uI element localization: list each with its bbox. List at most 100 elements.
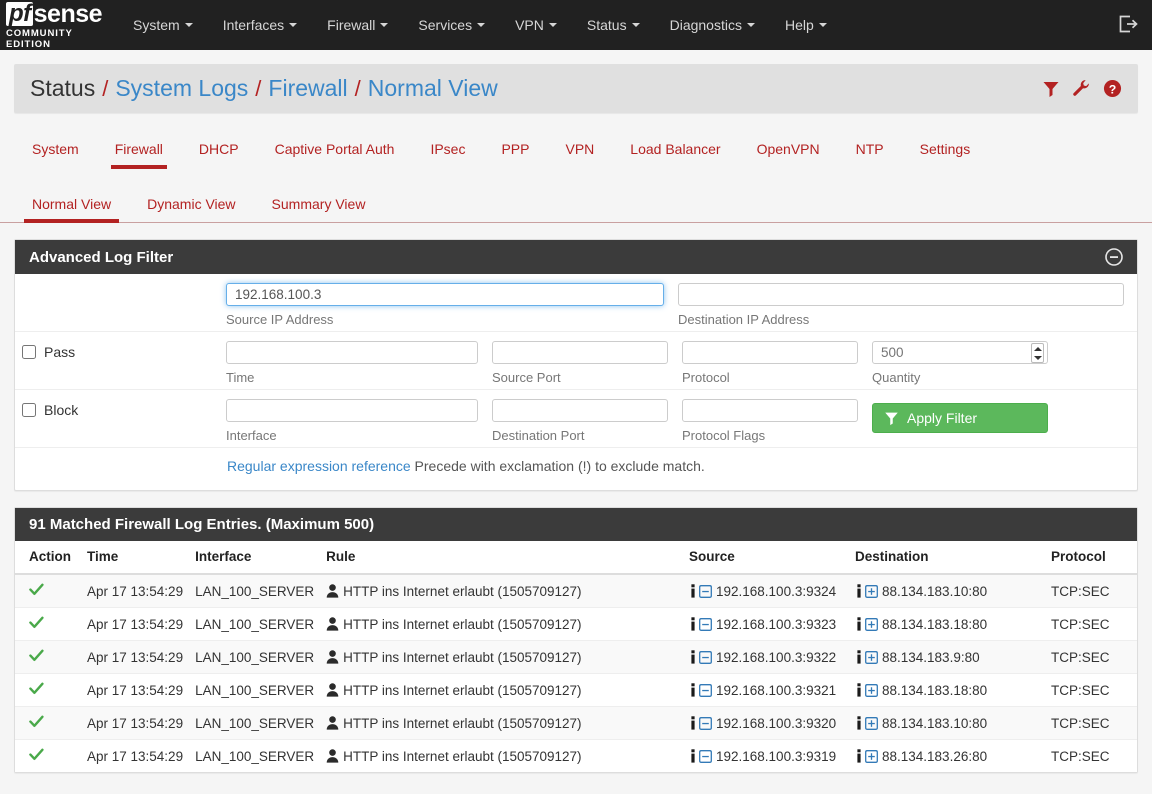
plus-square-icon[interactable] — [865, 650, 878, 664]
info-icon[interactable] — [855, 617, 863, 631]
cell-time: Apr 17 13:54:29 — [81, 706, 190, 740]
info-icon[interactable] — [855, 716, 863, 730]
plus-square-icon[interactable] — [865, 716, 878, 730]
tab-ipsec[interactable]: IPsec — [412, 131, 483, 169]
rule-text[interactable]: HTTP ins Internet erlaubt (1505709127) — [343, 716, 581, 731]
cell-action[interactable] — [15, 673, 81, 707]
cell-action[interactable] — [15, 706, 81, 740]
cell-action[interactable] — [15, 607, 81, 641]
breadcrumb-item-normal-view[interactable]: Normal View — [368, 75, 498, 102]
block-checkbox-group[interactable]: Block — [22, 399, 212, 418]
plus-square-icon[interactable] — [865, 749, 878, 763]
info-icon[interactable] — [689, 584, 697, 598]
plus-square-icon[interactable] — [865, 683, 878, 697]
breadcrumb: Status / System Logs / Firewall / Normal… — [14, 64, 1138, 113]
info-icon[interactable] — [855, 650, 863, 664]
brand-sense: sense — [33, 0, 103, 28]
nav-item-firewall[interactable]: Firewall — [312, 0, 403, 50]
cell-source: 192.168.100.3:9322 — [683, 640, 849, 674]
rule-text[interactable]: HTTP ins Internet erlaubt (1505709127) — [343, 749, 581, 764]
help-circle-icon[interactable]: ? — [1103, 79, 1122, 98]
check-icon — [29, 715, 44, 727]
tab-captive-portal-auth[interactable]: Captive Portal Auth — [257, 131, 413, 169]
rule-text[interactable]: HTTP ins Internet erlaubt (1505709127) — [343, 683, 581, 698]
minus-square-icon[interactable] — [699, 749, 712, 763]
stepper-arrows-icon[interactable] — [1031, 343, 1044, 363]
tab-vpn[interactable]: VPN — [547, 131, 612, 169]
nav-item-services[interactable]: Services — [403, 0, 500, 50]
tab-firewall[interactable]: Firewall — [97, 131, 181, 169]
destination-ip-input[interactable] — [678, 283, 1124, 306]
nav-label: Services — [418, 17, 473, 33]
minus-square-icon[interactable] — [699, 584, 712, 598]
breadcrumb-item-firewall[interactable]: Firewall — [268, 75, 347, 102]
pass-checkbox-group[interactable]: Pass — [22, 341, 212, 360]
logout-icon[interactable] — [1118, 15, 1138, 36]
source-ip-input[interactable] — [226, 283, 664, 306]
info-icon[interactable] — [689, 749, 697, 763]
tab-settings[interactable]: Settings — [902, 131, 989, 169]
rule-text[interactable]: HTTP ins Internet erlaubt (1505709127) — [343, 617, 581, 632]
nav-item-diagnostics[interactable]: Diagnostics — [655, 0, 770, 50]
quantity-stepper[interactable] — [872, 341, 1048, 364]
chevron-down-icon — [184, 23, 193, 27]
breadcrumb-item-system-logs[interactable]: System Logs — [115, 75, 248, 102]
tab-dhcp[interactable]: DHCP — [181, 131, 257, 169]
brand-logo[interactable]: pf sense COMMUNITY EDITION — [0, 0, 118, 50]
tab-load-balancer[interactable]: Load Balancer — [612, 131, 738, 169]
nav-item-system[interactable]: System — [118, 0, 208, 50]
minus-square-icon[interactable] — [699, 617, 712, 631]
brand-subtitle: COMMUNITY EDITION — [6, 27, 73, 50]
info-icon[interactable] — [855, 749, 863, 763]
tab-normal-view[interactable]: Normal View — [14, 187, 129, 223]
minus-square-icon[interactable] — [699, 716, 712, 730]
plus-square-icon[interactable] — [865, 584, 878, 598]
info-icon[interactable] — [689, 716, 697, 730]
source-port-input[interactable] — [492, 341, 668, 364]
stepper-down-icon[interactable] — [1033, 355, 1042, 360]
regex-reference-link[interactable]: Regular expression reference — [227, 458, 411, 474]
minus-square-icon[interactable] — [699, 650, 712, 664]
cell-destination: 88.134.183.10:80 — [849, 573, 1045, 608]
cell-action[interactable] — [15, 739, 81, 772]
pass-checkbox[interactable] — [22, 345, 36, 359]
rule-text[interactable]: HTTP ins Internet erlaubt (1505709127) — [343, 584, 581, 599]
nav-item-vpn[interactable]: VPN — [500, 0, 572, 50]
cell-action[interactable] — [15, 640, 81, 674]
protocol-flags-input[interactable] — [682, 399, 858, 422]
rule-text[interactable]: HTTP ins Internet erlaubt (1505709127) — [343, 650, 581, 665]
tab-openvpn[interactable]: OpenVPN — [739, 131, 838, 169]
apply-filter-button[interactable]: Apply Filter — [872, 403, 1048, 433]
info-icon[interactable] — [689, 650, 697, 664]
tab-ntp[interactable]: NTP — [838, 131, 902, 169]
filter-icon[interactable] — [1042, 80, 1060, 98]
minus-square-icon[interactable] — [699, 683, 712, 697]
time-input[interactable] — [226, 341, 478, 364]
nav-item-status[interactable]: Status — [572, 0, 655, 50]
block-label: Block — [44, 402, 79, 418]
info-icon[interactable] — [855, 683, 863, 697]
destination-ip-label: Destination IP Address — [678, 312, 810, 327]
tab-ppp[interactable]: PPP — [483, 131, 547, 169]
destination-port-input[interactable] — [492, 399, 668, 422]
nav-item-interfaces[interactable]: Interfaces — [208, 0, 312, 50]
nav-item-help[interactable]: Help — [770, 0, 842, 50]
protocol-input[interactable] — [682, 341, 858, 364]
minus-circle-icon[interactable] — [1105, 248, 1123, 266]
plus-square-icon[interactable] — [865, 617, 878, 631]
info-icon[interactable] — [855, 584, 863, 598]
tab-label: Summary View — [271, 196, 366, 212]
tab-summary-view[interactable]: Summary View — [254, 187, 384, 222]
quantity-input[interactable] — [872, 341, 1048, 364]
tab-system[interactable]: System — [14, 131, 97, 169]
interface-input[interactable] — [226, 399, 478, 422]
cell-rule: HTTP ins Internet erlaubt (1505709127) — [320, 607, 683, 641]
cell-action[interactable] — [15, 573, 81, 608]
wrench-icon[interactable] — [1072, 79, 1091, 98]
info-icon[interactable] — [689, 683, 697, 697]
info-icon[interactable] — [689, 617, 697, 631]
source-port-label: Source Port — [492, 370, 561, 385]
tab-dynamic-view[interactable]: Dynamic View — [129, 187, 253, 222]
block-checkbox[interactable] — [22, 403, 36, 417]
stepper-up-icon[interactable] — [1033, 346, 1042, 351]
